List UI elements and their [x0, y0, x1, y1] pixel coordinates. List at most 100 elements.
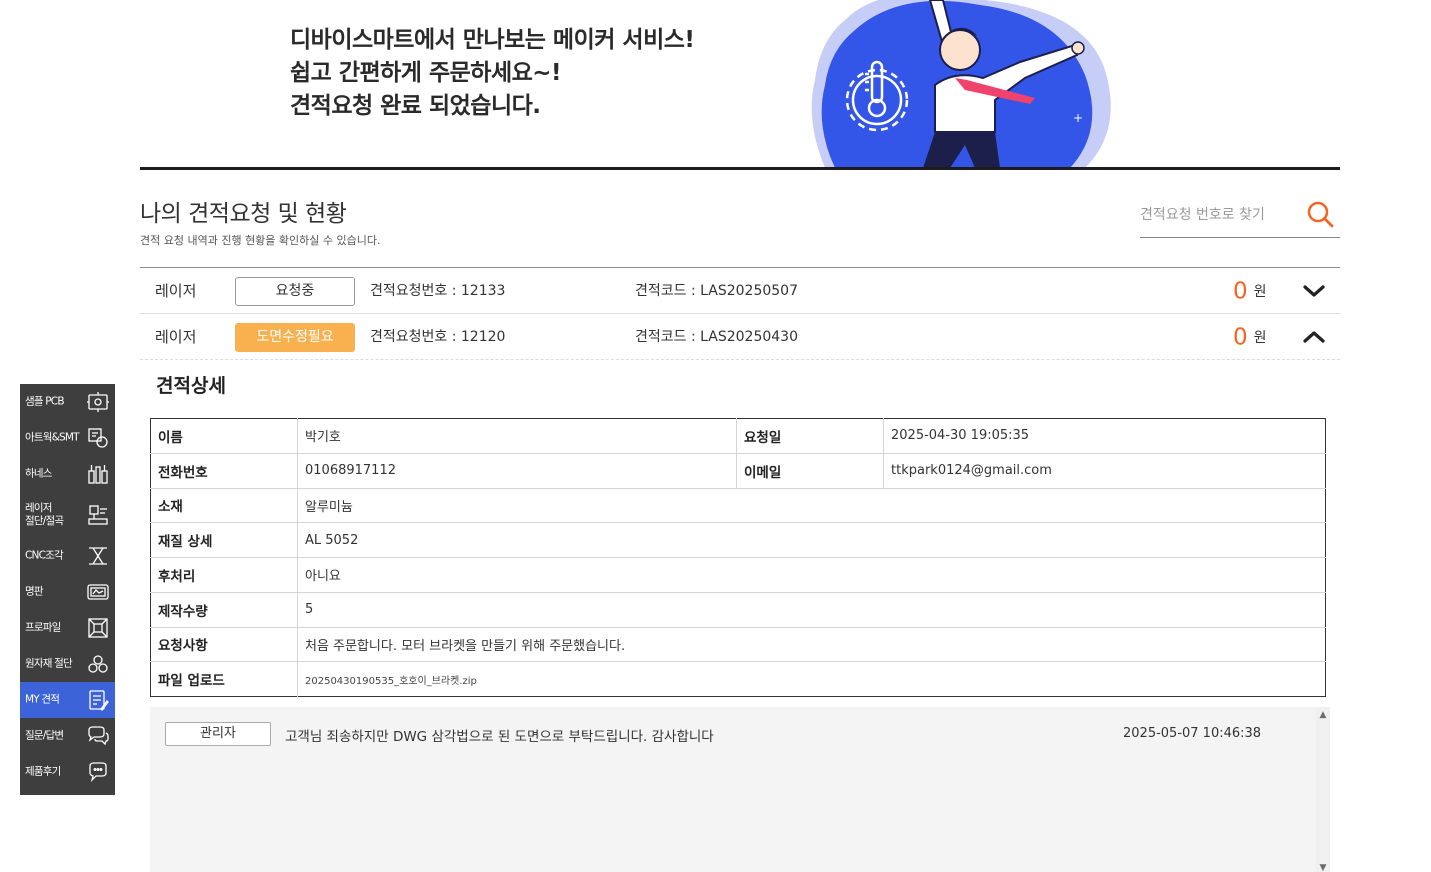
file-upload-label: 파일 업로드 [150, 661, 298, 697]
chevron-down-icon[interactable] [1300, 279, 1328, 303]
phone-label: 전화번호 [150, 452, 298, 489]
quote-search [1140, 196, 1340, 238]
name-label: 이름 [150, 418, 298, 454]
sidenav-item-label: 프로파일 [25, 621, 61, 634]
sidenav-item-cnc[interactable]: CNC조각 [20, 538, 115, 574]
sidenav-item-label: 아트웍&SMT [25, 431, 80, 444]
request-list: 레이저 요청중 견적요청번호 : 12133 견적코드 : LAS2025050… [140, 267, 1340, 360]
sidenav-item-artwork-smt[interactable]: 아트웍&SMT [20, 420, 115, 456]
request-row[interactable]: 레이저 도면수정필요 견적요청번호 : 12120 견적코드 : LAS2025… [140, 314, 1340, 360]
request-date-label: 요청일 [736, 418, 884, 454]
side-quick-nav: 샘플 PCB 아트웍&SMT 하네스 레이저 절단/절곡 CNC조각 명판 프로… [20, 384, 115, 795]
quote-detail-table: 이름 박기호 요청일 2025-04-30 19:05:35 전화번호 0106… [150, 418, 1326, 697]
sidenav-item-label: 질문/답변 [25, 729, 64, 742]
hero-divider [140, 167, 1340, 170]
quantity-value: 5 [297, 591, 1326, 628]
request-number: 견적요청번호 : 12133 [370, 283, 506, 299]
sidenav-item-nameplate[interactable]: 명판 [20, 574, 115, 610]
status-badge: 도면수정필요 [235, 323, 355, 352]
detail-heading: 견적상세 [156, 375, 226, 397]
post-process-label: 후처리 [150, 557, 298, 593]
request-category: 레이저 [155, 282, 197, 300]
material-detail-value: AL 5052 [297, 522, 1326, 558]
scroll-up-arrow-icon[interactable]: ▲ [1316, 709, 1330, 721]
table-row: 전화번호 01068917112 이메일 ttkpark0124@gmail.c… [150, 452, 1326, 489]
raw-material-icon [88, 655, 108, 673]
price-value: 0 [1233, 278, 1248, 305]
sidenav-item-label: CNC조각 [25, 549, 64, 562]
request-date-value: 2025-04-30 19:05:35 [883, 418, 1326, 454]
sidenav-item-review[interactable]: 제품후기 [20, 754, 115, 790]
request-number: 견적요청번호 : 12120 [370, 329, 506, 345]
chevron-up-icon[interactable] [1300, 325, 1328, 349]
my-quote-icon [89, 690, 109, 711]
material-detail-label: 재질 상세 [150, 522, 298, 558]
comment-text: 고객님 죄송하지만 DWG 삼각법으로 된 도면으로 부탁드립니다. 감사합니다 [285, 729, 714, 745]
hero-text: 디바이스마트에서 만나보는 메이커 서비스! 쉽고 간편하게 주문하세요~! 견… [290, 24, 695, 123]
page-title: 나의 견적요청 및 현황 [140, 201, 347, 227]
sidenav-item-raw-material[interactable]: 원자재 절단 [20, 646, 115, 682]
comment-panel: 관리자 고객님 죄송하지만 DWG 삼각법으로 된 도면으로 부탁드립니다. 감… [150, 707, 1316, 872]
table-row: 재질 상세 AL 5052 [150, 522, 1326, 558]
sidenav-item-label: 제품후기 [25, 765, 61, 778]
sidenav-item-laser-cut[interactable]: 레이저 절단/절곡 [20, 492, 115, 538]
page-description: 견적 요청 내역과 진행 현황을 확인하실 수 있습니다. [140, 234, 381, 247]
quote-price: 0원 [1233, 268, 1267, 314]
harness-icon [88, 465, 108, 484]
sidenav-item-label: 하네스 [25, 467, 52, 480]
price-unit: 원 [1253, 329, 1267, 346]
quote-price: 0원 [1233, 314, 1267, 360]
comment-timestamp: 2025-05-07 10:46:38 [1123, 726, 1262, 741]
cnc-icon [89, 547, 107, 565]
qna-icon [88, 726, 109, 746]
artwork-smt-icon [88, 428, 108, 448]
table-row: 파일 업로드 20250430190535_호호이_브라켓.zip [150, 661, 1326, 697]
table-row: 후처리 아니요 [150, 557, 1326, 593]
hero-banner: 디바이스마트에서 만나보는 메이커 서비스! 쉽고 간편하게 주문하세요~! 견… [0, 0, 1431, 170]
laser-cut-icon [88, 505, 108, 525]
material-label: 소재 [150, 487, 298, 524]
email-value: ttkpark0124@gmail.com [883, 452, 1326, 489]
review-icon [89, 762, 107, 783]
hero-line-2: 쉽고 간편하게 주문하세요~! [290, 60, 562, 86]
sidenav-item-label: 명판 [25, 585, 44, 598]
scroll-down-arrow-icon[interactable]: ▼ [1316, 862, 1330, 872]
price-value: 0 [1233, 324, 1248, 351]
sidenav-item-label: 원자재 절단 [25, 657, 73, 670]
material-value: 알루미늄 [297, 487, 1326, 524]
sidenav-item-label: MY 견적 [25, 693, 60, 706]
table-row: 요청사항 처음 주문합니다. 모터 브라켓을 만들기 위해 주문했습니다. [150, 626, 1326, 663]
request-row[interactable]: 레이저 요청중 견적요청번호 : 12133 견적코드 : LAS2025050… [140, 268, 1340, 314]
phone-value: 01068917112 [297, 452, 737, 489]
price-unit: 원 [1253, 283, 1267, 300]
sidenav-item-label: 레이저 절단/절곡 [25, 502, 64, 527]
pcb-icon [87, 392, 109, 412]
quote-code: 견적코드 : LAS20250507 [635, 283, 798, 299]
table-row: 이름 박기호 요청일 2025-04-30 19:05:35 [150, 418, 1326, 454]
post-process-value: 아니요 [297, 557, 1326, 593]
table-row: 소재 알루미늄 [150, 487, 1326, 524]
search-icon[interactable] [1304, 198, 1338, 232]
sidenav-item-harness[interactable]: 하네스 [20, 456, 115, 492]
file-link[interactable]: 20250430190535_호호이_브라켓.zip [297, 661, 1326, 697]
sidenav-item-profile[interactable]: 프로파일 [20, 610, 115, 646]
search-input[interactable] [1140, 202, 1300, 228]
profile-icon [88, 618, 108, 638]
maker-illustration: + [811, 0, 1111, 168]
status-badge: 요청중 [235, 277, 355, 306]
name-value: 박기호 [297, 418, 737, 454]
svg-text:+: + [1073, 111, 1083, 125]
comment-scrollbar[interactable]: ▲ ▼ [1316, 707, 1330, 872]
hero-line-1: 디바이스마트에서 만나보는 메이커 서비스! [290, 27, 695, 53]
sidenav-item-label: 샘플 PCB [25, 395, 65, 408]
sidenav-item-qna[interactable]: 질문/답변 [20, 718, 115, 754]
sidenav-item-my-quote[interactable]: MY 견적 [20, 682, 115, 718]
sidenav-item-sample-pcb[interactable]: 샘플 PCB [20, 384, 115, 420]
comment-author-badge: 관리자 [165, 722, 271, 746]
hero-line-3: 견적요청 완료 되었습니다. [290, 93, 541, 119]
table-row: 제작수량 5 [150, 591, 1326, 628]
quote-code: 견적코드 : LAS20250430 [635, 329, 798, 345]
email-label: 이메일 [736, 452, 884, 489]
request-note-label: 요청사항 [150, 626, 298, 663]
nameplate-icon [87, 584, 109, 600]
